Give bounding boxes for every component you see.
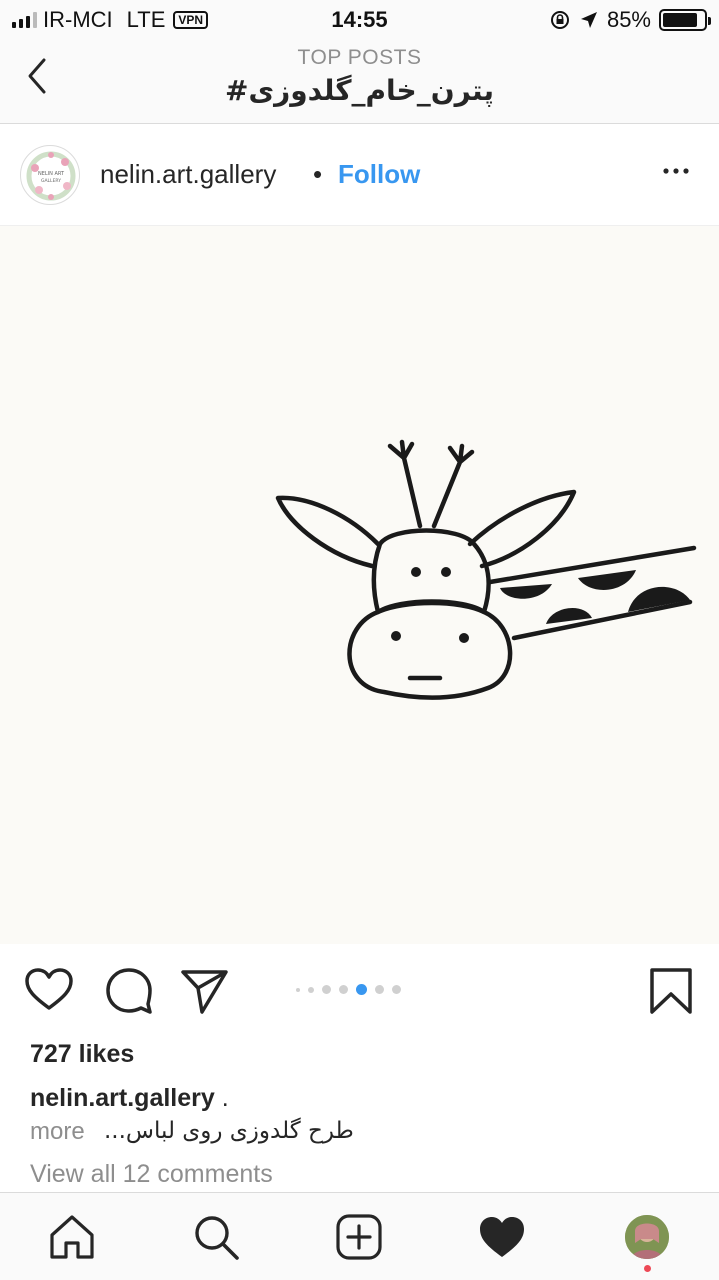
carousel-dot [308,986,314,993]
caption-username[interactable]: nelin.art.gallery [30,1084,215,1112]
carousel-dot [375,985,384,994]
avatar [625,1215,669,1259]
notification-dot [644,1265,651,1272]
plus-square-icon[interactable] [335,1213,383,1261]
post-image[interactable] [0,226,719,944]
carousel-indicator [296,984,401,995]
home-icon[interactable] [48,1213,96,1261]
ellipsis-icon[interactable] [661,161,691,181]
hashtag-title: #پترن_خام_گلدوزی [224,74,494,107]
battery-fill [663,13,697,27]
rotation-lock-icon [550,11,569,29]
caption: nelin.art.gallery . [30,1084,229,1113]
carousel-dot [339,985,348,994]
post-username[interactable]: nelin.art.gallery [100,159,276,190]
search-icon[interactable] [192,1213,240,1261]
nav-header: TOP POSTS #پترن_خام_گلدوزی [0,40,719,124]
profile-tab-avatar[interactable] [625,1215,669,1259]
carousel-dot-active [356,984,367,995]
svg-text:NELIN ART: NELIN ART [38,171,65,177]
caption-more-link[interactable]: more [30,1118,85,1146]
battery-icon [659,9,711,31]
post-header: NELIN ART GALLERY nelin.art.gallery • Fo… [0,125,719,226]
follow-button[interactable]: Follow [338,159,420,190]
caption-dot: . [221,1084,229,1112]
caption-text: طرح گلدوزی روی لباس... [104,1118,354,1144]
carousel-dot [322,985,331,994]
giraffe-drawing [275,439,697,700]
comment-icon[interactable] [104,966,154,1016]
tab-bar [0,1192,719,1280]
location-arrow-icon [580,12,597,28]
post-actions [0,944,719,1040]
separator-dot: • [313,159,323,189]
heart-icon[interactable] [24,966,74,1016]
heart-filled-icon[interactable] [478,1213,526,1261]
carousel-dot [296,987,300,992]
paper-plane-icon[interactable] [180,966,230,1016]
header-subtitle: TOP POSTS [297,46,422,69]
view-comments-link[interactable]: View all 12 comments [30,1160,273,1189]
svg-text:GALLERY: GALLERY [41,178,61,184]
carousel-dot [392,985,401,994]
likes-count[interactable]: 727 likes [30,1040,134,1069]
status-right: 85% [549,7,711,33]
battery-percent: 85% [606,7,651,32]
status-bar: IR-MCI LTE VPN 14:55 85% [0,0,719,40]
floral-wreath-logo: NELIN ART GALLERY [26,151,76,201]
profile-avatar[interactable]: NELIN ART GALLERY [20,145,80,205]
bookmark-icon[interactable] [646,966,696,1016]
